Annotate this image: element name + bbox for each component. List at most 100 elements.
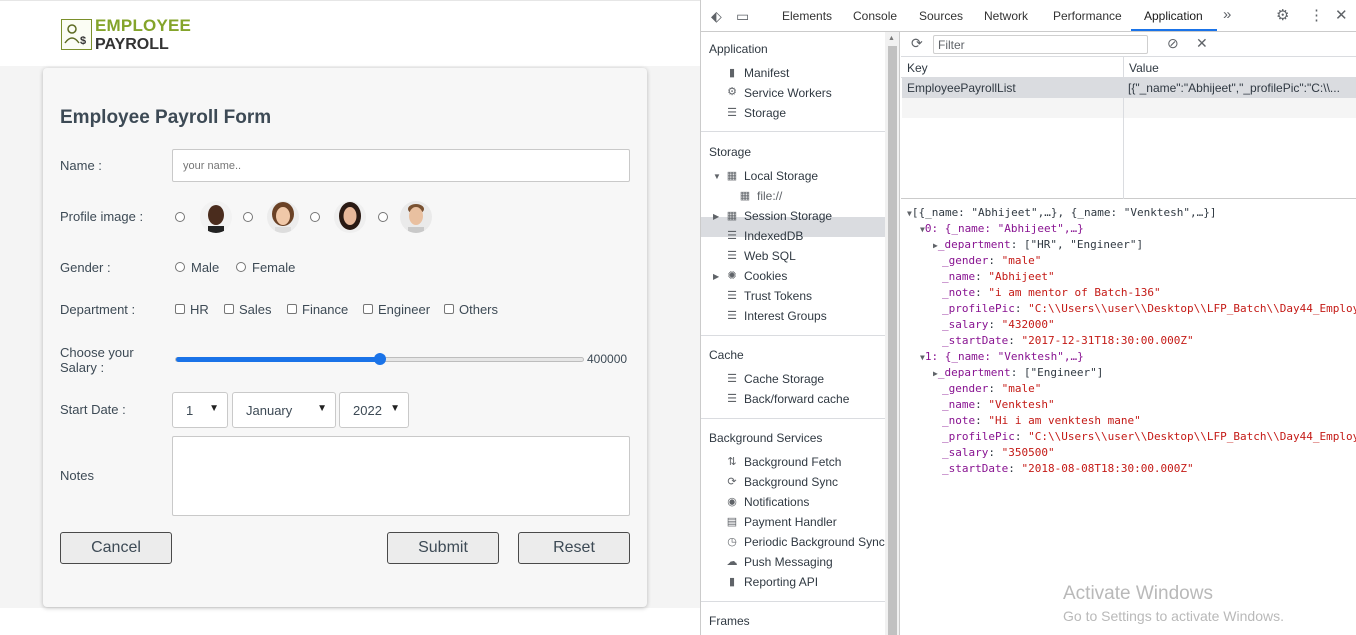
table-row-empty[interactable] xyxy=(902,98,1356,118)
profile-avatar-2[interactable] xyxy=(267,201,299,233)
month-select[interactable]: January ▼ xyxy=(232,392,336,428)
column-divider xyxy=(1123,57,1124,199)
expand-arrow-icon[interactable]: ▼ xyxy=(713,172,721,181)
clear-all-icon[interactable]: ⊘ xyxy=(1167,35,1179,52)
department-label: Department : xyxy=(60,302,136,317)
gear-icon[interactable]: ⚙ xyxy=(1276,6,1289,24)
grid-icon: ▦ xyxy=(726,210,738,222)
profile-radio-2[interactable] xyxy=(243,212,253,222)
sidebar-scrollbar[interactable]: ▲ xyxy=(885,32,900,635)
sidebar-item-cookies[interactable]: Cookies xyxy=(744,269,787,283)
start-date-label: Start Date : xyxy=(60,402,126,417)
kebab-menu-icon[interactable]: ⋮ xyxy=(1309,6,1324,24)
tab-application[interactable]: Application xyxy=(1144,9,1203,23)
sidebar-item-service-workers[interactable]: Service Workers xyxy=(744,86,832,100)
inspect-element-icon[interactable]: ⬖ xyxy=(711,8,722,25)
collapse-arrow-icon[interactable]: ▶ xyxy=(713,272,719,281)
json-key: _department xyxy=(937,366,1011,379)
sidebar-item-web-sql[interactable]: Web SQL xyxy=(744,249,796,263)
salary-slider-fill xyxy=(176,357,380,362)
table-cell-value: [{"_name":"Abhijeet","_profilePic":"C:\\… xyxy=(1128,81,1340,95)
sidebar-item-push-messaging[interactable]: Push Messaging xyxy=(744,555,833,569)
sidebar-item-cache-storage[interactable]: Cache Storage xyxy=(744,372,824,386)
close-icon[interactable]: ✕ xyxy=(1335,6,1348,24)
tab-elements[interactable]: Elements xyxy=(782,9,832,23)
tab-sources[interactable]: Sources xyxy=(919,9,963,23)
refresh-icon[interactable]: ⟳ xyxy=(911,35,923,52)
salary-value: 400000 xyxy=(587,352,628,366)
storage-table: Key Value EmployeePayrollList [{"_name":… xyxy=(901,57,1356,199)
filter-input[interactable]: Filter xyxy=(933,35,1148,54)
profile-avatar-1[interactable] xyxy=(200,201,232,233)
salary-slider-thumb[interactable] xyxy=(373,353,386,365)
tab-performance[interactable]: Performance xyxy=(1053,9,1122,23)
column-header-key[interactable]: Key xyxy=(901,57,934,77)
json-prop: _note: "Hi i am venktesh mane" xyxy=(942,414,1141,427)
json-item-1[interactable]: ▼1: {_name: "Venktesh",…} xyxy=(920,349,1084,366)
device-toolbar-icon[interactable]: ▭ xyxy=(736,8,749,25)
sidebar-item-storage[interactable]: Storage xyxy=(744,106,786,120)
tab-console[interactable]: Console xyxy=(853,9,897,23)
sidebar-item-notifications[interactable]: Notifications xyxy=(744,495,809,509)
sidebar-item-file[interactable]: file:// xyxy=(757,189,782,203)
json-prop: _profilePic: "C:\\Users\\user\\Desktop\\… xyxy=(942,429,1356,445)
name-input[interactable]: your name.. xyxy=(172,149,630,182)
collapse-arrow-icon[interactable]: ▶ xyxy=(713,212,719,221)
sidebar-item-indexeddb[interactable]: IndexedDB xyxy=(744,229,803,243)
sidebar-scroll-thumb[interactable] xyxy=(888,46,897,635)
sidebar-item-manifest[interactable]: Manifest xyxy=(744,66,789,80)
json-key: _department xyxy=(937,238,1011,251)
profile-avatar-4[interactable] xyxy=(400,201,432,233)
salary-slider[interactable] xyxy=(175,353,584,365)
bell-icon: ◉ xyxy=(727,496,737,508)
json-item-0[interactable]: ▼0: {_name: "Abhijeet",…} xyxy=(920,221,1084,238)
json-value: "2017-12-31T18:30:00.000Z" xyxy=(1021,334,1194,347)
delete-selected-icon[interactable]: ✕ xyxy=(1196,35,1208,52)
profile-radio-4[interactable] xyxy=(378,212,388,222)
submit-button[interactable]: Submit xyxy=(387,532,499,564)
gender-male-radio[interactable] xyxy=(175,262,185,272)
json-key: _profilePic xyxy=(942,302,1015,315)
sidebar-item-background-fetch[interactable]: Background Fetch xyxy=(744,455,841,469)
more-tabs-icon[interactable]: » xyxy=(1223,6,1231,23)
sidebar-item-session-storage[interactable]: Session Storage xyxy=(744,209,832,223)
dept-others-checkbox[interactable] xyxy=(444,304,454,314)
reset-button[interactable]: Reset xyxy=(518,532,630,564)
json-root[interactable]: ▼[{_name: "Abhijeet",…}, {_name: "Venkte… xyxy=(907,205,1216,222)
dept-finance-label: Finance xyxy=(302,302,349,317)
year-select[interactable]: 2022 ▼ xyxy=(339,392,409,428)
sidebar-item-payment-handler[interactable]: Payment Handler xyxy=(744,515,837,529)
json-prop: _profilePic: "C:\\Users\\user\\Desktop\\… xyxy=(942,301,1356,317)
scroll-up-icon[interactable]: ▲ xyxy=(888,35,895,42)
salary-label: Choose your Salary : xyxy=(60,345,134,375)
dept-hr-checkbox[interactable] xyxy=(175,304,185,314)
profile-radio-3[interactable] xyxy=(310,212,320,222)
profile-avatar-3[interactable] xyxy=(334,201,366,233)
dept-engineer-checkbox[interactable] xyxy=(363,304,373,314)
json-prop[interactable]: ▶_department: ["Engineer"] xyxy=(933,365,1103,382)
dept-sales-checkbox[interactable] xyxy=(224,304,234,314)
column-header-value[interactable]: Value xyxy=(1123,57,1165,77)
sidebar-item-background-sync[interactable]: Background Sync xyxy=(744,475,838,489)
logo-text-employee: EMPLOYEE xyxy=(95,16,192,35)
dept-finance-checkbox[interactable] xyxy=(287,304,297,314)
sidebar-item-interest-groups[interactable]: Interest Groups xyxy=(744,309,827,323)
gender-female-radio[interactable] xyxy=(236,262,246,272)
notes-textarea[interactable] xyxy=(172,436,630,516)
active-tab-indicator xyxy=(1131,29,1217,31)
table-row[interactable]: EmployeePayrollList [{"_name":"Abhijeet"… xyxy=(902,78,1356,98)
day-select[interactable]: 1 ▼ xyxy=(172,392,228,428)
json-prop[interactable]: ▶_department: ["HR", "Engineer"] xyxy=(933,237,1143,254)
profile-radio-1[interactable] xyxy=(175,212,185,222)
sidebar-item-reporting-api[interactable]: Reporting API xyxy=(744,575,818,589)
sidebar-item-local-storage[interactable]: Local Storage xyxy=(744,169,818,183)
sync-icon: ⟳ xyxy=(727,476,737,488)
tab-network[interactable]: Network xyxy=(984,9,1028,23)
sidebar-item-bfcache[interactable]: Back/forward cache xyxy=(744,392,849,406)
sidebar-item-periodic-sync[interactable]: Periodic Background Sync xyxy=(744,535,885,549)
dept-others-label: Others xyxy=(459,302,499,317)
sidebar-header-cache: Cache xyxy=(709,348,744,362)
sidebar-item-trust-tokens[interactable]: Trust Tokens xyxy=(744,289,812,303)
cancel-button[interactable]: Cancel xyxy=(60,532,172,564)
cookie-icon: ✺ xyxy=(727,270,737,282)
